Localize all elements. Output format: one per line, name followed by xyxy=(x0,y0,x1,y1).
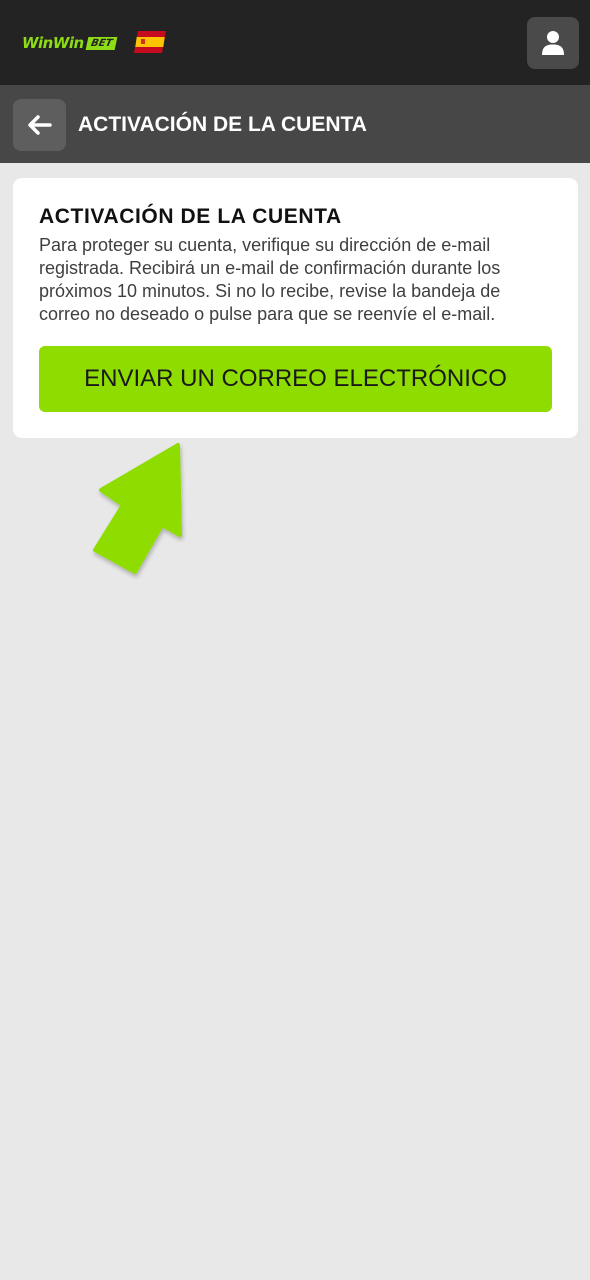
arrow-left-icon xyxy=(27,115,52,135)
send-email-button[interactable]: ENVIAR UN CORREO ELECTRÓNICO xyxy=(39,346,552,412)
spain-flag-icon[interactable] xyxy=(134,31,166,53)
card-title: ACTIVACIÓN DE LA CUENTA xyxy=(39,205,342,228)
pointer-arrow-icon xyxy=(93,443,182,574)
top-bar: Win Win BET xyxy=(0,0,590,85)
user-icon xyxy=(542,31,564,55)
page-header: ACTIVACIÓN DE LA CUENTA xyxy=(0,85,590,163)
logo-text-win-2: Win xyxy=(52,34,84,52)
page-title: ACTIVACIÓN DE LA CUENTA xyxy=(78,113,367,136)
back-button[interactable] xyxy=(13,99,66,151)
card-description: Para proteger su cuenta, verifique su di… xyxy=(39,235,501,324)
logo-badge-bet: BET xyxy=(85,36,118,50)
logo-text-win-1: Win xyxy=(22,34,53,52)
winwinbet-logo[interactable]: Win Win BET xyxy=(22,32,118,54)
user-account-button[interactable] xyxy=(527,17,579,69)
account-activation-card: ACTIVACIÓN DE LA CUENTA Para proteger su… xyxy=(13,178,578,438)
